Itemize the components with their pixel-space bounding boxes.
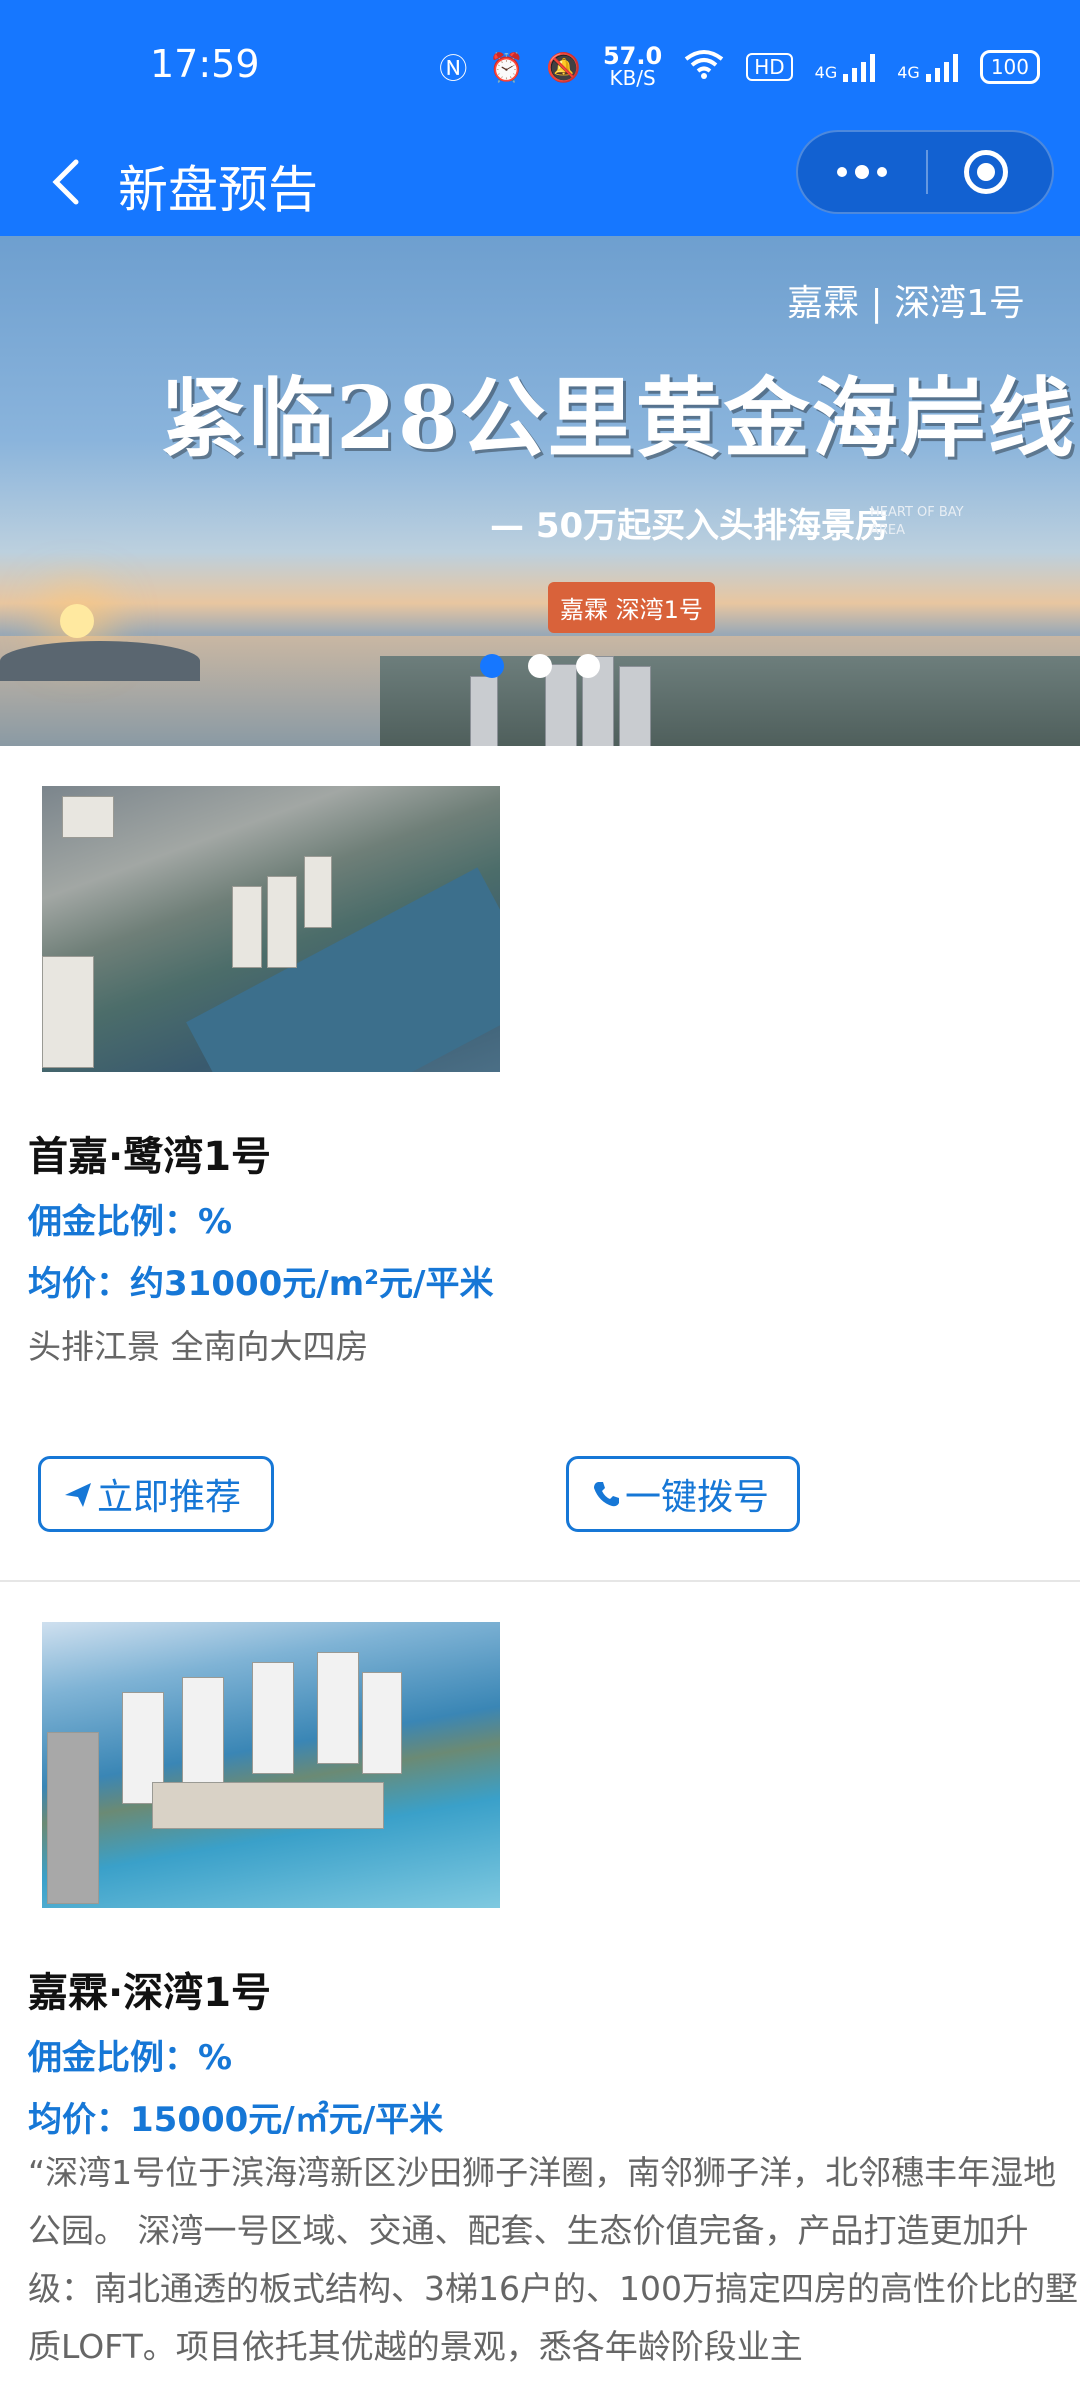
top-bar: 17:59 Ⓝ ⏰ 🔕 57.0 KB/S HD 4G 4G 100 新盘预告 [0, 0, 1080, 236]
listing-description: “深湾1号位于滨海湾新区沙田狮子洋圈，南邻狮子洋，北邻穗丰年湿地公园。 深湾一号… [28, 2153, 1078, 2366]
listing-commission: 佣金比例：% [28, 1202, 233, 1242]
listing-description: 头排江景 全南向大四房 [28, 1327, 369, 1366]
banner-carousel[interactable]: 嘉霖 | 深湾1号 紧临28公里黄金海岸线 — 50万起买入头排海景房 HEAR… [0, 236, 1080, 746]
thumb-villas [152, 1782, 384, 1829]
carousel-dot[interactable] [528, 654, 552, 678]
listing-commission: 佣金比例：% [28, 2038, 233, 2078]
more-dot-icon [877, 167, 887, 177]
net-speed-unit: KB/S [609, 66, 656, 90]
close-miniprogram-button[interactable] [964, 150, 1008, 194]
nav-bar: 新盘预告 [0, 130, 1080, 236]
thumb-building [304, 856, 332, 928]
back-button[interactable] [40, 152, 100, 212]
listing-price: 均价：15000元/㎡元/平米 [28, 2100, 444, 2140]
banner-tag: 嘉霖 深湾1号 [548, 582, 715, 633]
chevron-left-icon [52, 159, 79, 205]
status-bar: 17:59 Ⓝ ⏰ 🔕 57.0 KB/S HD 4G 4G 100 [0, 0, 1080, 130]
thumb-building [182, 1677, 224, 1789]
wifi-icon [684, 49, 724, 86]
capsule-divider [926, 150, 928, 194]
page-title: 新盘预告 [118, 161, 318, 219]
thumb-building [317, 1652, 359, 1764]
carousel-dot[interactable] [480, 654, 504, 678]
battery-level: 100 [990, 55, 1029, 79]
signal-2-icon: 4G [897, 52, 958, 82]
banner-subline: — 50万起买入头排海景房 [490, 506, 890, 546]
more-dot-icon [837, 167, 847, 177]
net-speed: 57.0 KB/S [602, 42, 663, 90]
signal-1-label: 4G [814, 63, 838, 82]
thumb-building [252, 1662, 294, 1774]
nfc-icon: Ⓝ [439, 52, 468, 85]
recommend-label: 立即推荐 [97, 1477, 242, 1518]
thumb-building [267, 876, 297, 968]
thumb-building [47, 1732, 99, 1904]
banner-tower [470, 676, 498, 746]
listing-card[interactable]: 嘉霖·深湾1号 佣金比例：% 均价：15000元/㎡元/平米 “深湾1号位于滨海… [0, 1582, 1080, 2400]
miniprogram-capsule [796, 130, 1054, 214]
listing-price: 均价：约31000元/m²元/平米 [28, 1264, 494, 1304]
thumb-building [362, 1672, 402, 1774]
mute-icon: 🔕 [546, 50, 581, 84]
signal-1-icon: 4G [815, 52, 876, 82]
banner-english-line: HEART OF BAY [870, 505, 964, 520]
banner-tower [619, 666, 651, 746]
more-menu-button[interactable] [798, 132, 926, 212]
listing-name: 首嘉·鹭湾1号 [28, 1134, 272, 1180]
recommend-button[interactable]: 立即推荐 [38, 1456, 274, 1532]
battery-icon: 100 [979, 50, 1040, 84]
banner-sun [60, 604, 94, 638]
status-time: 17:59 [150, 42, 260, 86]
banner-english: HEART OF BAY AREA [870, 504, 964, 540]
listing-thumbnail[interactable] [42, 1622, 500, 1908]
banner-headline: 紧临28公里黄金海岸线 [160, 368, 1076, 469]
listing-name: 嘉霖·深湾1号 [28, 1970, 272, 2016]
thumb-building [232, 886, 262, 968]
call-label: 一键拨号 [625, 1477, 770, 1518]
listing-card[interactable]: 首嘉·鹭湾1号 佣金比例：% 均价：约31000元/m²元/平米 头排江景 全南… [0, 746, 1080, 1582]
banner-english-line: AREA [870, 523, 906, 538]
call-button[interactable]: 一键拨号 [566, 1456, 800, 1532]
thumb-building [42, 956, 94, 1068]
phone-icon [594, 1482, 619, 1507]
banner-brand: 嘉霖 | 深湾1号 [787, 283, 1025, 324]
listing-thumbnail[interactable] [42, 786, 500, 1072]
carousel-dot[interactable] [576, 654, 600, 678]
status-icons: Ⓝ ⏰ 🔕 57.0 KB/S HD 4G 4G 100 [439, 42, 1040, 92]
send-icon [65, 1483, 91, 1507]
hd-badge: HD [746, 53, 793, 81]
signal-2-label: 4G [897, 63, 920, 82]
alarm-icon: ⏰ [489, 50, 525, 84]
carousel-dots [480, 654, 600, 678]
more-dot-icon [855, 165, 869, 179]
thumb-building [62, 796, 114, 838]
net-speed-value: 57.0 [602, 42, 663, 70]
banner-hill [0, 641, 200, 681]
